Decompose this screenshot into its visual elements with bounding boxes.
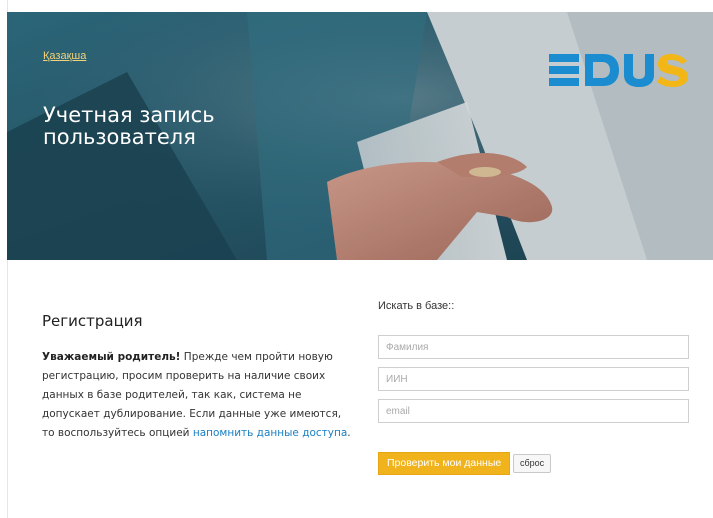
edus-logo [549,54,688,87]
logo-letter-d [585,54,619,86]
registration-title: Регистрация [42,312,143,330]
remind-access-link[interactable]: напомнить данные доступа [193,427,347,439]
iin-field[interactable] [378,367,689,391]
page-title-line2: пользователя [43,125,196,149]
registration-description: Уважаемый родитель! Прежде чем пройти но… [42,348,352,443]
registration-intro-bold: Уважаемый родитель! [42,351,181,363]
registration-text: Прежде чем пройти новую регистрацию, про… [42,351,342,439]
logo-letter-e [549,54,579,86]
logo-letter-s [657,54,688,87]
language-switch-link[interactable]: Қазақша [43,50,86,62]
page-title: Учетная запись пользователя [43,104,303,148]
search-label: Искать в базе:: [378,300,455,312]
hero-banner: Қазақша Учетная запись пользователя [7,12,713,260]
check-data-button[interactable]: Проверить мои данные [378,452,511,475]
reset-button[interactable]: сброс [513,454,552,473]
page-title-line1: Учетная запись [43,103,215,127]
email-field[interactable] [378,399,689,423]
surname-field[interactable] [378,335,689,359]
registration-text-end: . [347,427,351,439]
logo-letter-u [624,54,654,87]
